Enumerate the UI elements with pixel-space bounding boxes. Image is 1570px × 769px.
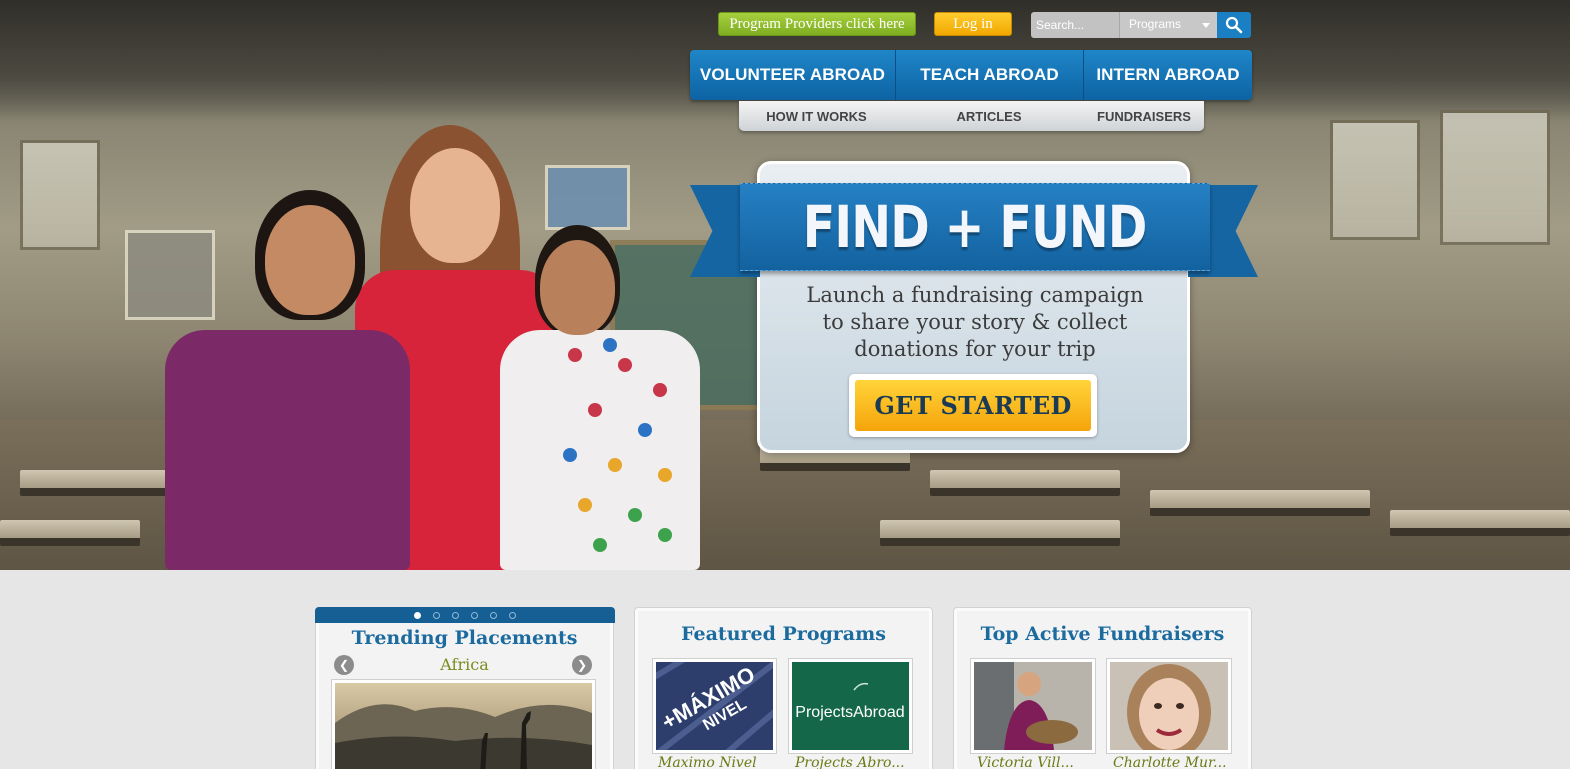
program-providers-button[interactable]: Program Providers click here	[718, 12, 916, 36]
featured-program-caption[interactable]: Projects Abro...	[795, 755, 905, 769]
classroom-window	[1330, 120, 1420, 240]
trending-placement-image[interactable]	[331, 679, 596, 769]
nav-volunteer-abroad[interactable]: VOLUNTEER ABROAD	[690, 50, 895, 100]
featured-programs-title: Featured Programs	[681, 623, 886, 645]
giraffe-landscape-image	[335, 683, 592, 769]
carousel-dot[interactable]	[433, 611, 440, 619]
projects-abroad-logo-text: ProjectsAbroad	[795, 704, 904, 721]
classroom-desk	[0, 520, 140, 546]
featured-program-maximo[interactable]: +MÁXIMO NIVEL	[644, 649, 788, 765]
top-fundraisers-title: Top Active Fundraisers	[980, 623, 1225, 645]
fundraiser-caption[interactable]: Charlotte Mur...	[1113, 755, 1227, 769]
carousel-dot[interactable]	[452, 611, 459, 619]
description-line: Launch a fundraising campaign	[806, 283, 1144, 307]
subnav-articles[interactable]: ARTICLES	[894, 101, 1084, 131]
search-bar: Programs	[1031, 12, 1251, 38]
classroom-desk	[1150, 490, 1370, 516]
login-button[interactable]: Log in	[934, 12, 1012, 36]
featured-program-projects-abroad[interactable]: ProjectsAbroad	[788, 658, 913, 754]
classroom-desk	[930, 470, 1120, 496]
search-input[interactable]	[1031, 12, 1119, 38]
arrow-left-icon: ❮	[338, 658, 350, 672]
search-category-select[interactable]: Programs	[1119, 12, 1217, 38]
carousel-prev-button[interactable]: ❮	[334, 655, 354, 675]
maximo-nivel-logo: +MÁXIMO NIVEL	[644, 649, 788, 765]
trending-region-label: Africa	[440, 655, 489, 674]
search-icon	[1225, 16, 1243, 34]
nav-intern-abroad[interactable]: INTERN ABROAD	[1084, 50, 1252, 100]
classroom-window	[20, 140, 100, 250]
fundraiser-avatar	[1110, 662, 1228, 760]
get-started-button[interactable]: GET STARTED	[855, 380, 1091, 431]
carousel-next-button[interactable]: ❯	[572, 655, 592, 675]
subnav-how-it-works[interactable]: HOW IT WORKS	[739, 101, 894, 131]
search-category-value: Programs	[1129, 17, 1182, 31]
fundraiser-caption[interactable]: Victoria Vill...	[977, 755, 1074, 769]
fundraiser-avatar	[974, 662, 1092, 750]
featured-program-caption[interactable]: Maximo Nivel	[658, 755, 757, 769]
find-fund-description: Launch a fundraising campaign to share y…	[770, 282, 1180, 363]
carousel-dot[interactable]	[414, 611, 421, 619]
classroom-desk	[20, 470, 170, 496]
nav-teach-abroad[interactable]: TEACH ABROAD	[896, 50, 1083, 100]
classroom-window	[1440, 110, 1550, 245]
find-fund-title: FIND + FUND	[803, 193, 1148, 261]
fundraiser-photo-charlotte[interactable]	[1106, 658, 1232, 760]
description-line: donations for your trip	[854, 337, 1096, 361]
main-nav: VOLUNTEER ABROAD TEACH ABROAD INTERN ABR…	[690, 50, 1252, 100]
sub-nav: HOW IT WORKS ARTICLES FUNDRAISERS	[739, 101, 1204, 131]
description-line: to share your story & collect	[822, 310, 1128, 334]
projects-abroad-logo: ProjectsAbroad	[792, 662, 909, 750]
search-button[interactable]	[1217, 12, 1251, 38]
trending-placements-title: Trending Placements	[351, 627, 578, 649]
carousel-dots	[315, 607, 615, 623]
classroom-desk	[880, 520, 1120, 546]
arrow-right-icon: ❯	[576, 658, 588, 672]
carousel-dot[interactable]	[490, 611, 497, 619]
carousel-dot[interactable]	[471, 611, 478, 619]
carousel-dot[interactable]	[509, 611, 516, 619]
fundraiser-photo-victoria[interactable]	[970, 658, 1096, 754]
chevron-down-icon	[1202, 23, 1210, 28]
find-fund-ribbon: FIND + FUND	[740, 183, 1210, 271]
classroom-poster	[545, 165, 630, 230]
classroom-poster	[125, 230, 215, 320]
classroom-desk	[1390, 510, 1570, 536]
subnav-fundraisers[interactable]: FUNDRAISERS	[1084, 101, 1204, 131]
